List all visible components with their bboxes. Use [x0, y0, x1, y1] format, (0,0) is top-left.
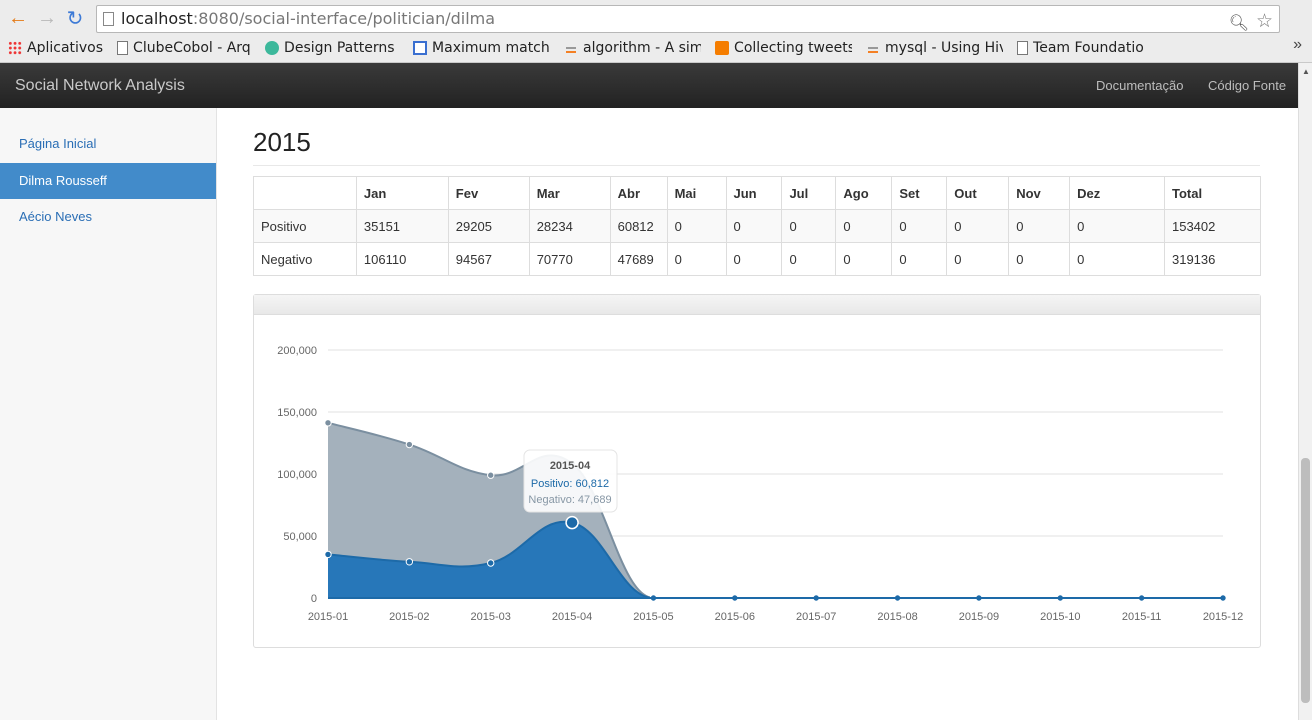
x-tick-label: 2015-05: [633, 611, 673, 623]
tooltip-line-positivo: Positivo: 60,812: [531, 478, 609, 490]
x-tick-label: 2015-01: [308, 611, 348, 623]
tooltip-line-negativo: Negativo: 47,689: [528, 494, 611, 506]
y-tick-label: 50,000: [283, 531, 317, 543]
data-point: [487, 559, 495, 567]
data-point: [565, 515, 579, 530]
data-point: [405, 440, 414, 449]
x-tick-label: 2015-11: [1122, 611, 1162, 623]
data-point: [324, 550, 332, 559]
x-tick-label: 2015-10: [1040, 611, 1080, 623]
x-tick-label: 2015-08: [877, 611, 917, 623]
x-tick-label: 2015-02: [389, 611, 429, 623]
data-point: [405, 558, 414, 566]
x-tick-label: 2015-12: [1203, 611, 1243, 623]
x-tick-label: 2015-03: [471, 611, 511, 623]
x-tick-label: 2015-09: [959, 611, 999, 623]
y-tick-label: 0: [311, 593, 317, 605]
y-tick-label: 150,000: [277, 407, 317, 419]
data-point: [324, 419, 332, 427]
x-tick-label: 2015-04: [552, 611, 592, 623]
tooltip-title: 2015-04: [550, 460, 591, 472]
data-point: [487, 471, 495, 479]
y-tick-label: 100,000: [277, 469, 317, 481]
x-tick-label: 2015-07: [796, 611, 836, 623]
x-tick-label: 2015-06: [715, 611, 755, 623]
sentiment-area-chart: 0 50,000 100,000 150,000 200,000 2015-01 2015-…: [277, 345, 1243, 623]
y-tick-label: 200,000: [277, 345, 317, 357]
